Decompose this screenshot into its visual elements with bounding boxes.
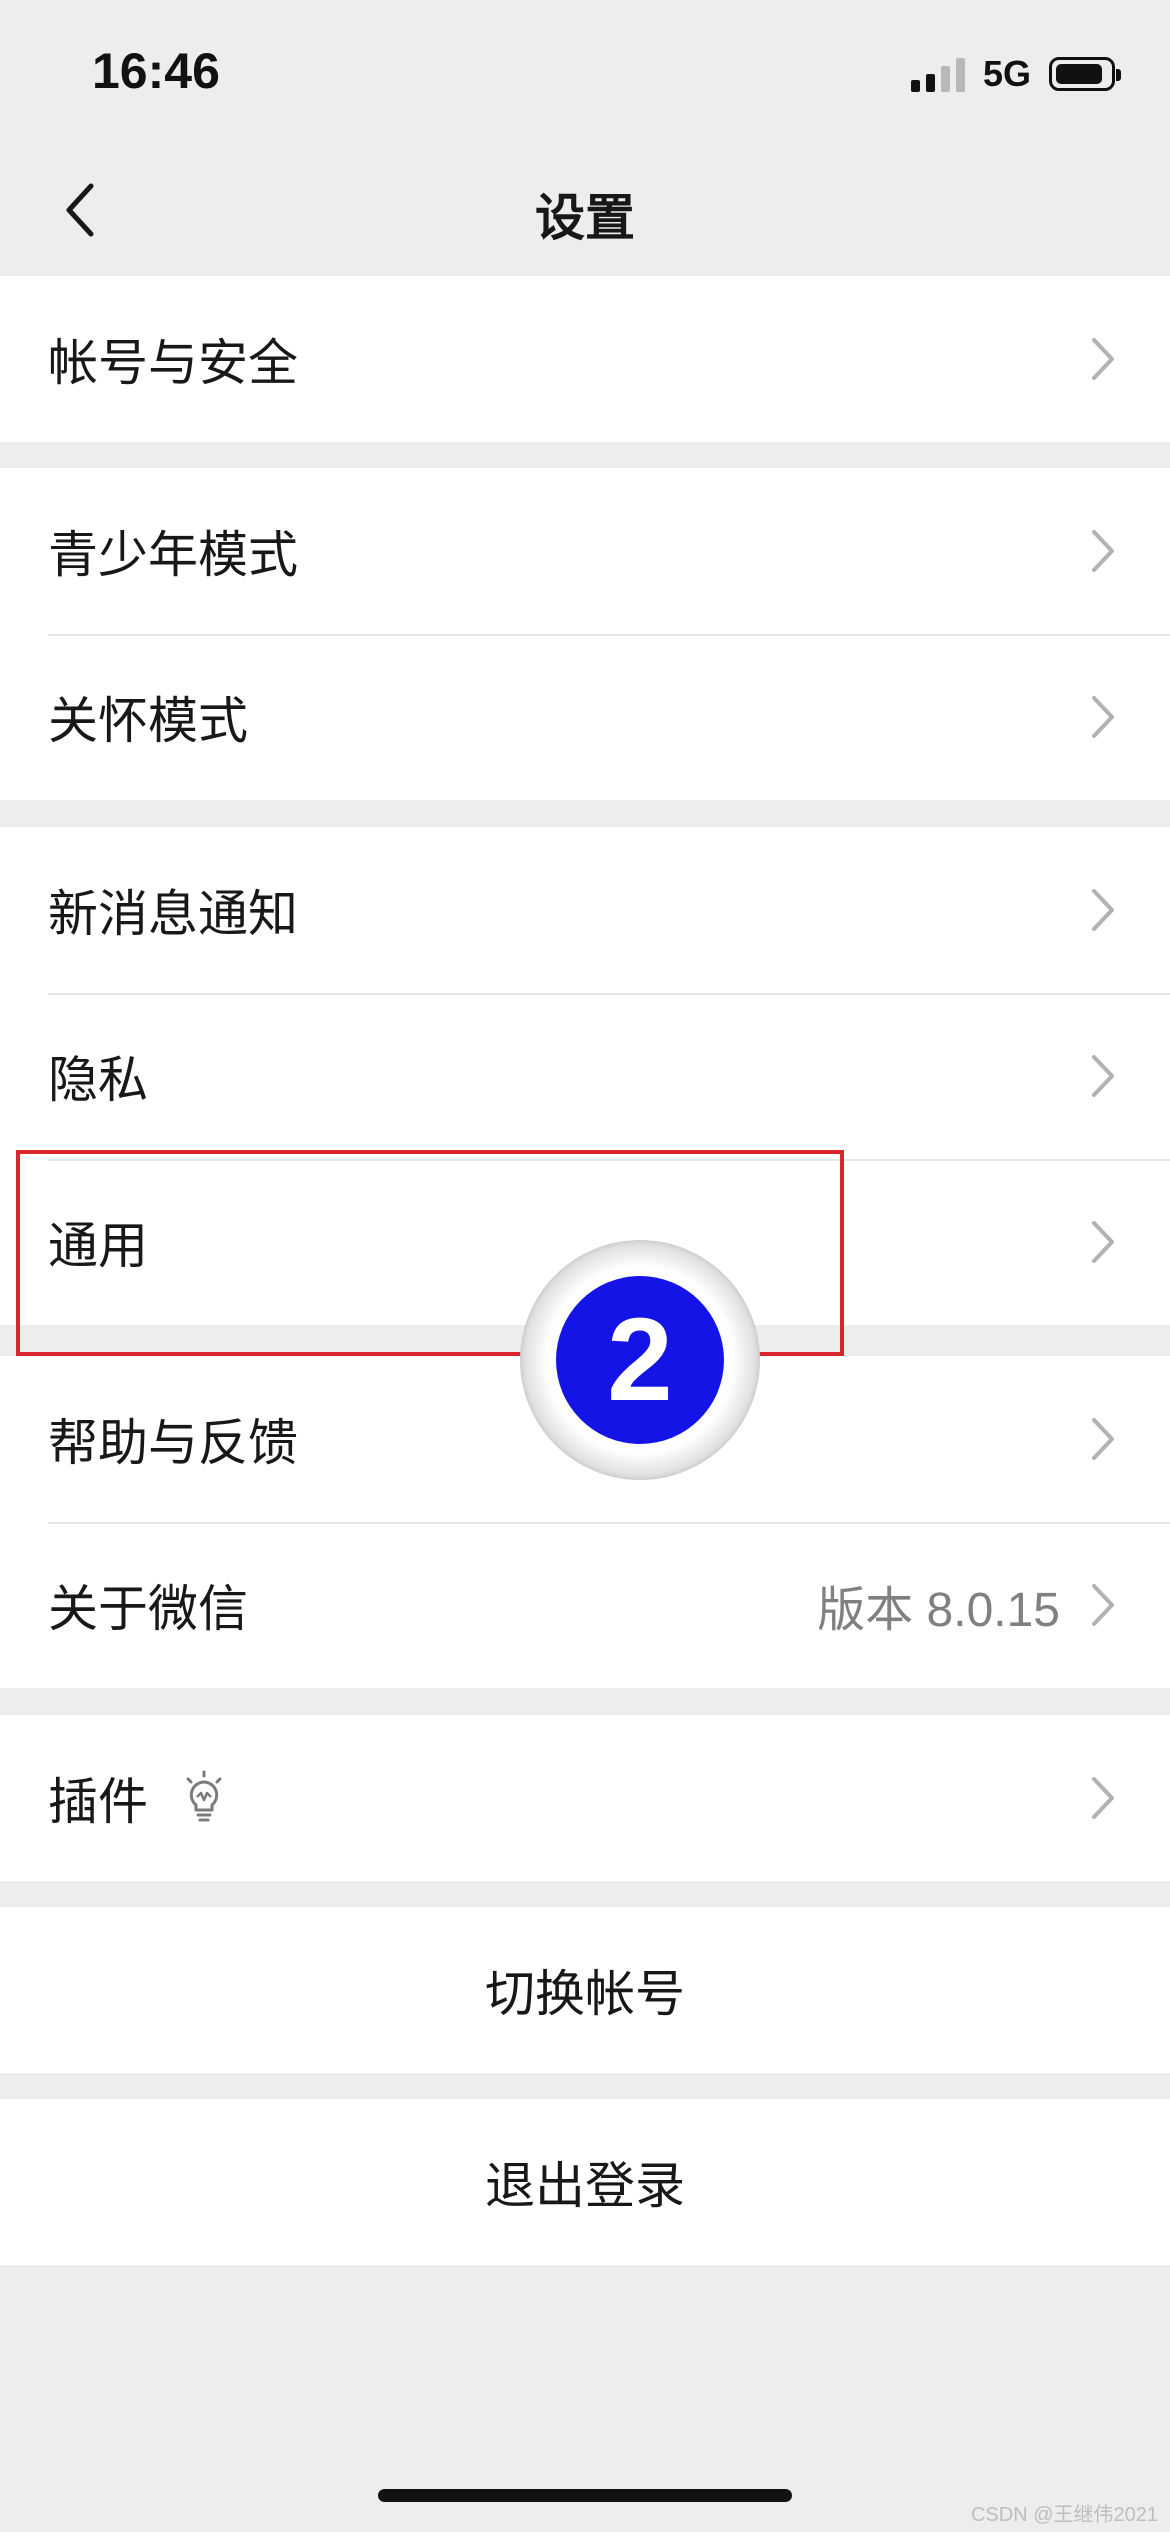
chevron-right-icon bbox=[1092, 1777, 1114, 1819]
chevron-right-icon bbox=[1092, 338, 1114, 380]
status-time: 16:46 bbox=[92, 43, 220, 99]
row-label: 帐号与安全 bbox=[48, 334, 298, 392]
battery-icon bbox=[1049, 57, 1121, 91]
row-label: 关于微信 bbox=[48, 1580, 248, 1638]
row-label: 青少年模式 bbox=[48, 526, 298, 584]
logout-group: 退出登录 bbox=[0, 2099, 1170, 2265]
step-badge: 2 bbox=[520, 1240, 760, 1480]
row-new-message-notification[interactable]: 新消息通知 bbox=[0, 827, 1170, 993]
chevron-right-icon bbox=[1092, 696, 1114, 738]
status-icons: 5G bbox=[910, 52, 1121, 96]
cellular-signal-icon bbox=[910, 56, 965, 92]
settings-group-account: 帐号与安全 bbox=[0, 276, 1170, 442]
chevron-right-icon bbox=[1092, 530, 1114, 572]
chevron-right-icon bbox=[1092, 1221, 1114, 1263]
row-label: 关怀模式 bbox=[48, 692, 248, 750]
settings-group-modes: 青少年模式 关怀模式 bbox=[0, 468, 1170, 800]
step-number: 2 bbox=[556, 1276, 724, 1444]
row-account-security[interactable]: 帐号与安全 bbox=[0, 276, 1170, 442]
chevron-right-icon bbox=[1092, 1584, 1114, 1626]
row-teen-mode[interactable]: 青少年模式 bbox=[0, 468, 1170, 634]
chevron-right-icon bbox=[1092, 889, 1114, 931]
lightbulb-icon bbox=[186, 1770, 222, 1822]
switch-account-button[interactable]: 切换帐号 bbox=[0, 1907, 1170, 2073]
network-type: 5G bbox=[982, 53, 1031, 94]
version-value: 版本 8.0.15 bbox=[817, 1584, 1060, 1637]
watermark: CSDN @王继伟2021 bbox=[970, 2504, 1158, 2526]
row-privacy[interactable]: 隐私 bbox=[0, 993, 1170, 1159]
nav-bar: 设置 bbox=[0, 140, 1170, 276]
logout-label: 退出登录 bbox=[485, 2157, 685, 2215]
row-label: 帮助与反馈 bbox=[48, 1414, 298, 1472]
row-label: 新消息通知 bbox=[48, 885, 298, 943]
status-bar: 16:46 5G bbox=[0, 0, 1170, 140]
switch-account-group: 切换帐号 bbox=[0, 1907, 1170, 2073]
row-care-mode[interactable]: 关怀模式 bbox=[0, 634, 1170, 800]
switch-account-label: 切换帐号 bbox=[485, 1965, 685, 2023]
logout-button[interactable]: 退出登录 bbox=[0, 2099, 1170, 2265]
settings-group-plugins: 插件 bbox=[0, 1715, 1170, 1881]
row-label: 插件 bbox=[48, 1773, 148, 1831]
page-title: 设置 bbox=[535, 189, 635, 247]
home-indicator[interactable] bbox=[378, 2489, 792, 2502]
row-about-wechat[interactable]: 关于微信 版本 8.0.15 bbox=[0, 1522, 1170, 1688]
row-plugins[interactable]: 插件 bbox=[0, 1715, 1170, 1881]
row-label: 隐私 bbox=[48, 1051, 148, 1109]
chevron-right-icon bbox=[1092, 1055, 1114, 1097]
chevron-right-icon bbox=[1092, 1418, 1114, 1460]
